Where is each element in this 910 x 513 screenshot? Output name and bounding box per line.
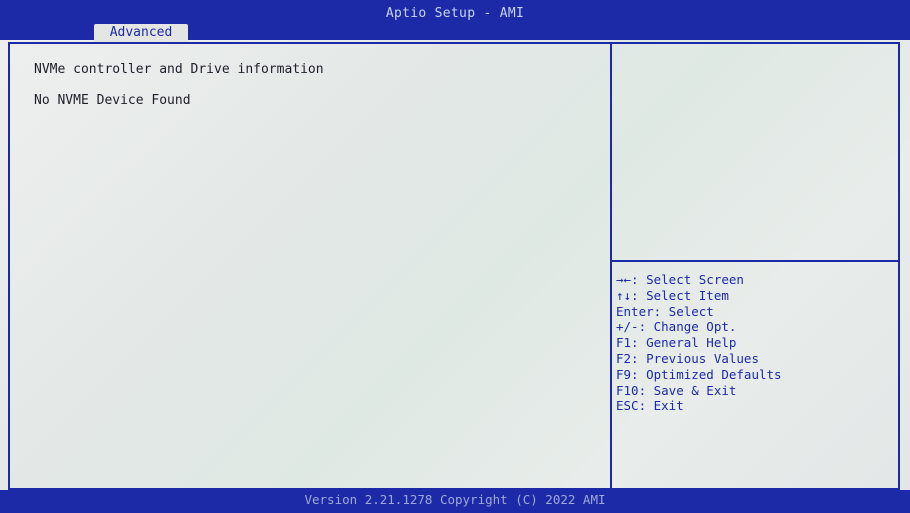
help-select-screen: →←: Select Screen — [616, 272, 744, 287]
footer-bar: Version 2.21.1278 Copyright (C) 2022 AMI — [0, 490, 910, 513]
content-frame — [8, 42, 900, 490]
help-previous-values: F2: Previous Values — [616, 350, 759, 366]
tab-advanced[interactable]: Advanced — [94, 24, 188, 42]
help-esc-exit: ESC: Exit — [616, 398, 684, 414]
help-save-exit: F10: Save & Exit — [616, 382, 737, 398]
device-status: No NVME Device Found — [34, 93, 191, 108]
key-help-list: →←: Select Screen ↑↓: Select Item Enter:… — [616, 272, 782, 414]
section-heading: NVMe controller and Drive information — [34, 62, 324, 77]
help-general-help: F1: General Help — [616, 335, 737, 351]
panel-divider-vertical — [610, 44, 612, 489]
bios-screen: Aptio Setup - AMI Advanced NVMe controll… — [0, 0, 910, 513]
app-title: Aptio Setup - AMI — [385, 6, 525, 21]
version-text: Version 2.21.1278 Copyright (C) 2022 AMI — [304, 492, 606, 507]
help-enter-select: Enter: Select — [616, 303, 714, 319]
help-optimized-defaults: F9: Optimized Defaults — [616, 366, 782, 382]
help-change-opt: +/-: Change Opt. — [616, 319, 737, 335]
help-divider-horizontal — [612, 260, 899, 262]
help-select-item: ↑↓: Select Item — [616, 287, 729, 303]
header-bar: Aptio Setup - AMI Advanced — [0, 0, 910, 42]
